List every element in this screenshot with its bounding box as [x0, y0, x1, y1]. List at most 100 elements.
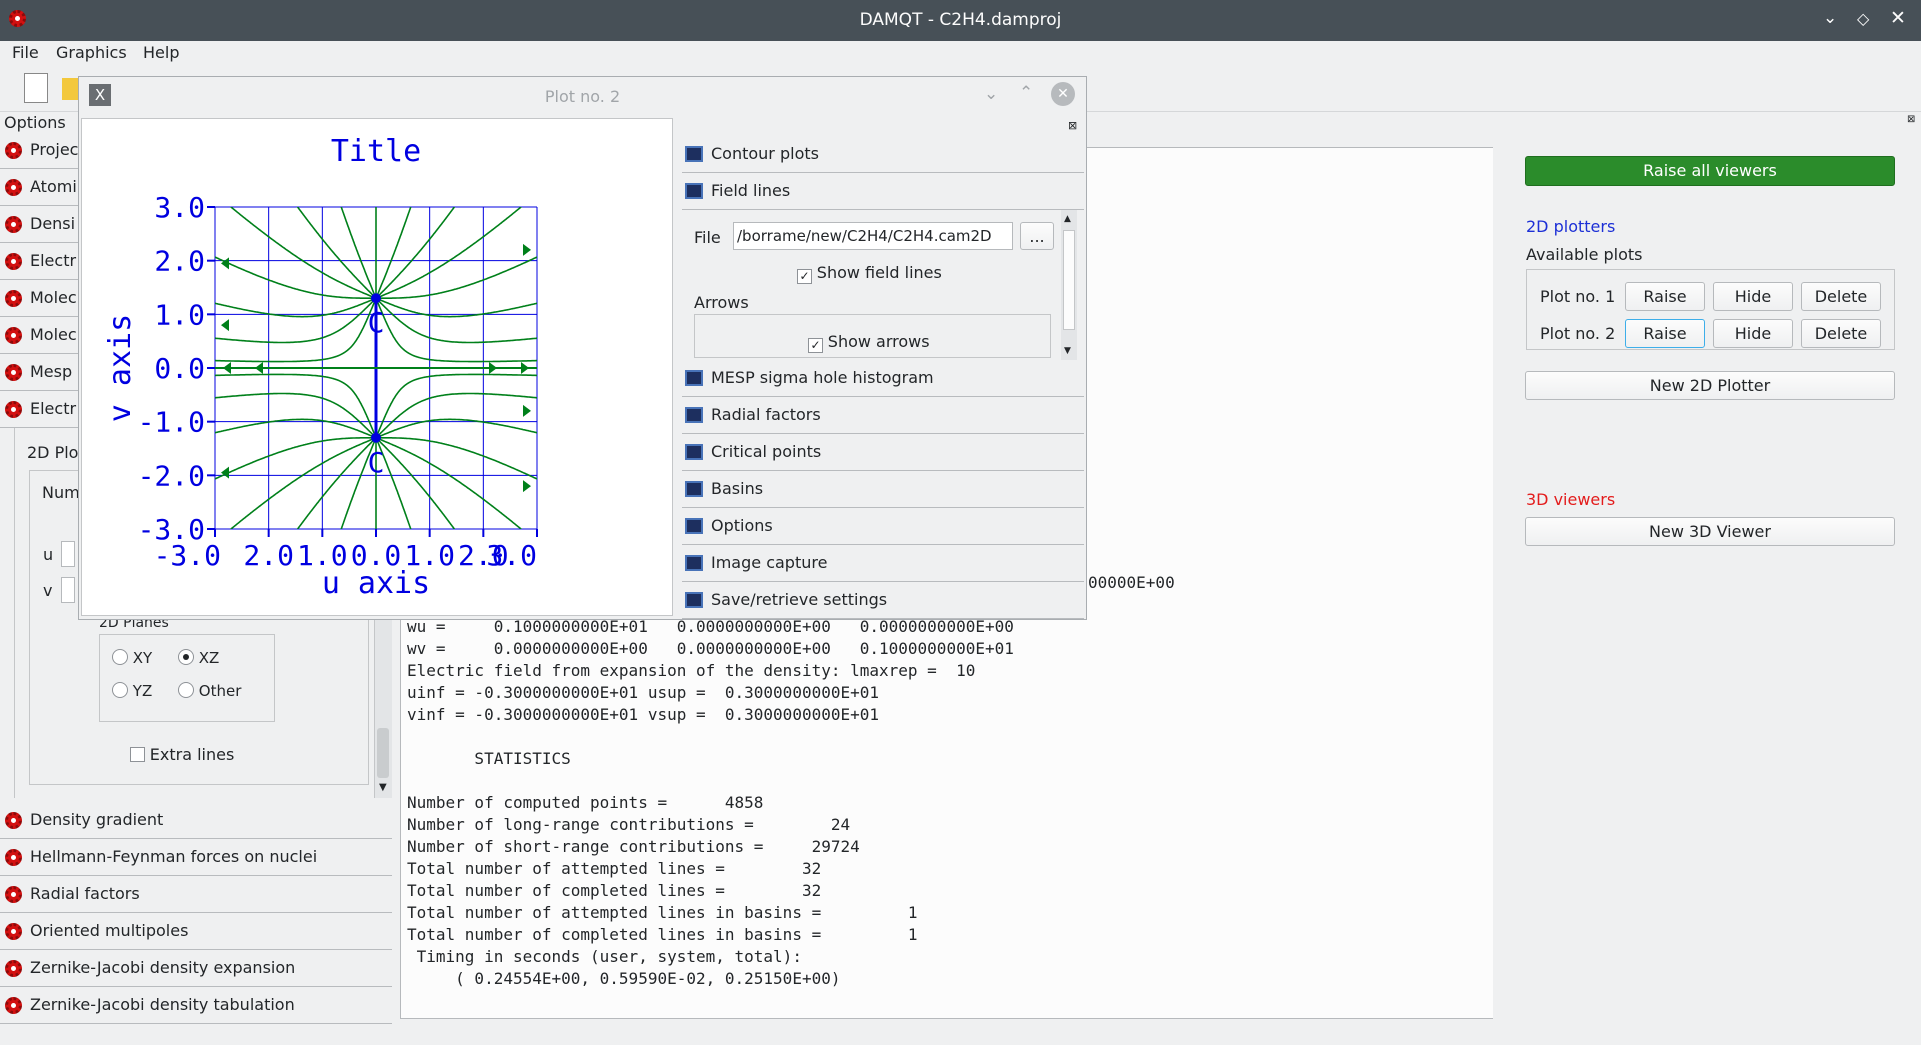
x-tick-label: 3.0	[486, 539, 537, 572]
field-line	[376, 437, 537, 480]
scroll-up-icon[interactable]: ▲	[1064, 214, 1071, 224]
gear-icon	[5, 216, 22, 233]
arrow-head	[223, 362, 231, 374]
acc-basins[interactable]: Basins	[682, 471, 1084, 508]
plot-2-label: Plot no. 2	[1540, 324, 1616, 343]
atom-label: C	[368, 446, 385, 479]
field-line	[215, 297, 377, 363]
tab-density-gradient[interactable]: Density gradient	[0, 802, 392, 839]
tab-zj-tabulation[interactable]: Zernike-Jacobi density tabulation	[0, 987, 392, 1024]
menu-file[interactable]: File	[12, 43, 39, 62]
acc-image-capture[interactable]: Image capture	[682, 545, 1084, 582]
menu-help[interactable]: Help	[143, 43, 179, 62]
y-tick-label: -2.0	[138, 459, 205, 492]
scroll-down-icon[interactable]: ▼	[379, 782, 387, 793]
u-input[interactable]	[61, 541, 75, 567]
plane-xz-radio[interactable]: XZ	[178, 649, 219, 667]
atom-label: C	[368, 306, 385, 339]
plane-other-radio[interactable]: Other	[178, 682, 241, 700]
output-line: Total number of completed lines = 32	[407, 881, 822, 900]
plot-canvas: Title u axis v axis 3.0 2.0 1.0 0.0 -1.0 -2.0 -3.…	[81, 118, 673, 616]
maximize-icon[interactable]: ◇	[1857, 9, 1869, 28]
gear-icon	[5, 923, 22, 940]
num-label: Num	[42, 483, 80, 502]
plot-window-titlebar: X Plot no. 2 ⌄ ⌃ ✕	[79, 77, 1086, 117]
left-bottom-tabs: Density gradient Hellmann-Feynman forces…	[0, 802, 392, 1027]
gear-icon	[5, 960, 22, 977]
chart-title: Title	[331, 134, 421, 169]
minimize-icon[interactable]: ⌄	[1823, 8, 1837, 28]
extra-lines-checkbox[interactable]: Extra lines	[130, 745, 234, 764]
raise-all-button[interactable]: Raise all viewers	[1525, 156, 1895, 186]
acc-critical-points[interactable]: Critical points	[682, 434, 1084, 471]
plane-yz-radio[interactable]: YZ	[112, 682, 152, 700]
plot-close-icon[interactable]: ✕	[1051, 82, 1075, 106]
output-line: Timing in seconds (user, system, total):	[407, 947, 802, 966]
gear-icon	[5, 812, 22, 829]
plot-2-raise-button[interactable]: Raise	[1625, 319, 1705, 348]
acc-mesp-histogram[interactable]: MESP sigma hole histogram	[682, 360, 1084, 397]
y-tick-label: 1.0	[154, 298, 205, 331]
new-file-icon[interactable]	[24, 73, 48, 103]
tab-oriented-multipoles[interactable]: Oriented multipoles	[0, 913, 392, 950]
gear-icon	[5, 253, 22, 270]
tab-zj-expansion[interactable]: Zernike-Jacobi density expansion	[0, 950, 392, 987]
window-title: DAMQT - C2H4.damproj	[859, 10, 1062, 30]
plane-xy-radio[interactable]: XY	[112, 649, 152, 667]
acc-save-retrieve[interactable]: Save/retrieve settings	[682, 582, 1084, 619]
arrow-head	[221, 257, 229, 270]
file-input[interactable]: /borrame/new/C2H4/C2H4.cam2D	[733, 222, 1013, 250]
v-input[interactable]	[61, 577, 75, 603]
field-line	[340, 207, 377, 299]
plot-minimize-icon[interactable]: ⌄	[984, 84, 998, 104]
arrow-head	[523, 480, 531, 493]
plot-2-delete-button[interactable]: Delete	[1801, 319, 1881, 348]
field-line	[296, 207, 377, 299]
menu-graphics[interactable]: Graphics	[56, 43, 127, 62]
gear-icon	[5, 849, 22, 866]
panel-icon	[685, 146, 703, 162]
acc-options[interactable]: Options	[682, 508, 1084, 545]
field-line	[215, 373, 377, 439]
y-tick-label: 0.0	[154, 352, 205, 385]
show-arrows-checkbox[interactable]: ✓ Show arrows	[808, 332, 930, 353]
plot-1-hide-button[interactable]: Hide	[1713, 282, 1793, 311]
scroll-down-icon[interactable]: ▼	[1064, 346, 1071, 356]
scroll-handle[interactable]	[377, 728, 389, 778]
plot-1-delete-button[interactable]: Delete	[1801, 282, 1881, 311]
gear-icon	[5, 179, 22, 196]
field-line	[215, 437, 376, 480]
right-panel: ⊠ Raise all viewers 2D plotters Availabl…	[1493, 112, 1921, 1028]
new-2d-plotter-button[interactable]: New 2D Plotter	[1525, 371, 1895, 400]
field-line	[215, 256, 376, 299]
plot-2-hide-button[interactable]: Hide	[1713, 319, 1793, 348]
panel-scroll-handle[interactable]	[1063, 230, 1075, 330]
plot-1-raise-button[interactable]: Raise	[1625, 282, 1705, 311]
close-icon[interactable]: ✕	[1890, 7, 1906, 29]
arrow-head	[255, 362, 263, 374]
field-line	[375, 207, 412, 299]
gear-icon	[5, 327, 22, 344]
tab-radial-factors-left[interactable]: Radial factors	[0, 876, 392, 913]
plot-window-title: Plot no. 2	[544, 87, 621, 106]
show-field-lines-checkbox[interactable]: ✓ Show field lines	[797, 263, 942, 284]
output-line: vinf = -0.3000000000E+01 vsup = 0.300000…	[407, 705, 880, 724]
menu-bar: File Graphics Help	[0, 41, 1921, 66]
tab-hellmann-feynman[interactable]: Hellmann-Feynman forces on nuclei	[0, 839, 392, 876]
panel-scrollbar[interactable]: ▲ ▼	[1061, 210, 1077, 360]
new-3d-viewer-button[interactable]: New 3D Viewer	[1525, 517, 1895, 546]
x-tick-label: -3.0	[154, 539, 221, 572]
field-line	[296, 437, 377, 529]
x-tick-label: 2.0	[243, 539, 294, 572]
file-label: File	[694, 228, 721, 247]
panel-float-icon[interactable]: ⊠	[1068, 119, 1077, 132]
acc-field-lines[interactable]: Field lines	[682, 173, 1084, 210]
planes-group: XY XZ YZ Other	[99, 634, 275, 722]
acc-radial-factors[interactable]: Radial factors	[682, 397, 1084, 434]
panel-icon	[685, 183, 703, 199]
browse-button[interactable]: ...	[1020, 222, 1054, 250]
float-icon[interactable]: ⊠	[1907, 114, 1915, 125]
acc-contour-plots[interactable]: Contour plots	[682, 136, 1084, 173]
plot-maximize-icon[interactable]: ⌃	[1019, 83, 1033, 103]
x-tick-label: 0.0	[351, 539, 402, 572]
